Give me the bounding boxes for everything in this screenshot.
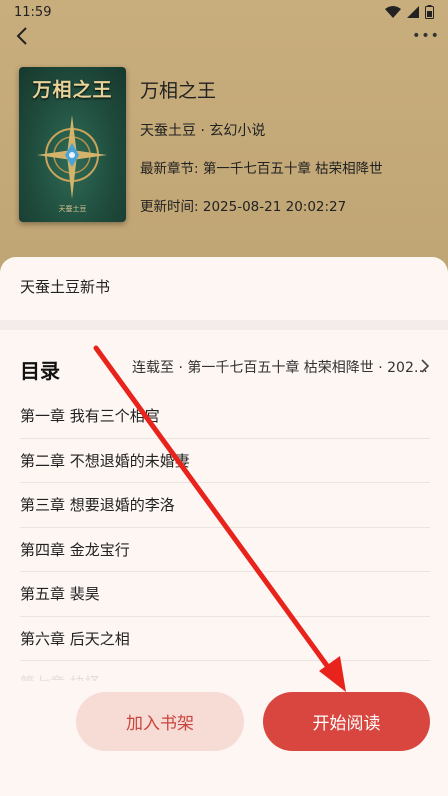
- back-button[interactable]: [10, 24, 34, 48]
- cover-title: 万相之王: [32, 79, 113, 101]
- book-meta[interactable]: 天蚕土豆 · 玄幻小说: [140, 120, 265, 140]
- status-bar: 11:59: [0, 0, 448, 24]
- more-icon: •••: [412, 28, 440, 44]
- status-time: 11:59: [14, 4, 52, 20]
- status-icons: [385, 5, 434, 19]
- update-time-label: 更新时间:: [140, 199, 199, 215]
- update-time-row: 更新时间: 2025-08-21 20:02:27: [140, 195, 346, 215]
- battery-icon: [425, 5, 434, 19]
- chapter-item[interactable]: 第二章 不想退婚的未婚妻: [20, 439, 430, 483]
- section-divider: [0, 320, 448, 330]
- chapter-item[interactable]: 第六章 后天之相: [20, 617, 430, 661]
- latest-chapter-row[interactable]: 最新章节: 第一千七百五十章 枯荣相降世: [140, 157, 383, 177]
- signal-icon: [407, 6, 419, 18]
- start-reading-button[interactable]: 开始阅读: [263, 692, 430, 751]
- chapter-item[interactable]: 第三章 想要退婚的李洛: [20, 483, 430, 528]
- chapter-item[interactable]: 第五章 裴昊: [20, 572, 430, 617]
- back-arrow-icon: [16, 27, 27, 45]
- top-bar: •••: [0, 24, 448, 48]
- chapter-item[interactable]: 第四章 金龙宝行: [20, 528, 430, 572]
- toc-title: 目录: [20, 359, 60, 383]
- cover-author: 天蚕土豆: [58, 205, 87, 213]
- latest-chapter-value: 第一千七百五十章 枯荣相降世: [202, 161, 383, 177]
- chapter-item[interactable]: 第一章 我有三个相宫: [20, 394, 430, 439]
- book-intro[interactable]: 天蚕土豆新书: [20, 276, 110, 297]
- more-button[interactable]: •••: [412, 24, 440, 48]
- wifi-icon: [385, 6, 401, 18]
- latest-chapter-label: 最新章节:: [140, 161, 199, 177]
- update-time-value: 2025-08-21 20:02:27: [202, 199, 347, 215]
- book-title: 万相之王: [140, 80, 217, 102]
- chevron-right-icon[interactable]: [418, 358, 432, 374]
- toc-progress-link[interactable]: 连载至 · 第一千七百五十章 枯荣相降世 · 2025-08-21: [132, 357, 428, 377]
- book-cover: 万相之王 天蚕土豆: [19, 67, 126, 222]
- add-to-shelf-button[interactable]: 加入书架: [76, 692, 244, 751]
- chapter-list: 第一章 我有三个相宫 第二章 不想退婚的未婚妻 第三章 想要退婚的李洛 第四章 …: [20, 394, 430, 681]
